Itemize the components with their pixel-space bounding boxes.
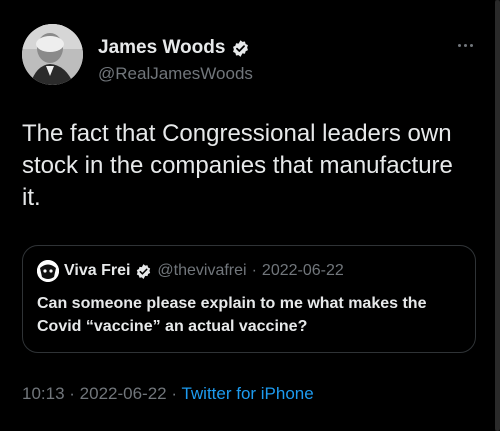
meta-separator: · — [166, 384, 182, 403]
author-display-name[interactable]: James Woods — [98, 37, 225, 59]
author-handle[interactable]: @RealJamesWoods — [98, 64, 253, 84]
quoted-avatar — [37, 260, 59, 282]
quoted-tweet[interactable]: Viva Frei @thevivafrei · 2022-06-22 Can … — [22, 245, 476, 353]
tweet-text: The fact that Congressional leaders own … — [22, 120, 453, 211]
tweet-meta: 10:13 · 2022-06-22 · Twitter for iPhone — [22, 384, 314, 404]
tweet-date[interactable]: 2022-06-22 — [80, 384, 167, 403]
more-options-icon[interactable] — [454, 36, 476, 54]
meta-separator: · — [64, 384, 80, 403]
quoted-avatar-icon — [37, 260, 59, 282]
author-block: James Woods @RealJamesWoods — [98, 36, 253, 84]
tweet-time[interactable]: 10:13 — [22, 384, 65, 403]
quoted-handle[interactable]: @thevivafrei — [157, 262, 246, 280]
tweet-card: James Woods @RealJamesWoods The fact tha… — [0, 0, 500, 431]
tweet-source-link[interactable]: Twitter for iPhone — [181, 384, 313, 403]
verified-badge-icon — [137, 263, 151, 279]
verified-badge-icon — [233, 39, 249, 57]
quoted-display-name[interactable]: Viva Frei — [64, 262, 130, 280]
avatar-photo-icon — [22, 24, 83, 85]
quoted-tweet-header: Viva Frei @thevivafrei · 2022-06-22 — [37, 260, 344, 282]
quoted-date[interactable]: 2022-06-22 — [262, 262, 344, 280]
quoted-tweet-text: Can someone please explain to me what ma… — [37, 295, 427, 335]
display-name-row: James Woods — [98, 36, 253, 60]
author-avatar[interactable] — [22, 24, 83, 85]
scrollbar-thumb[interactable] — [495, 0, 500, 431]
quoted-separator: · — [251, 262, 257, 279]
scrollbar[interactable] — [495, 0, 500, 431]
